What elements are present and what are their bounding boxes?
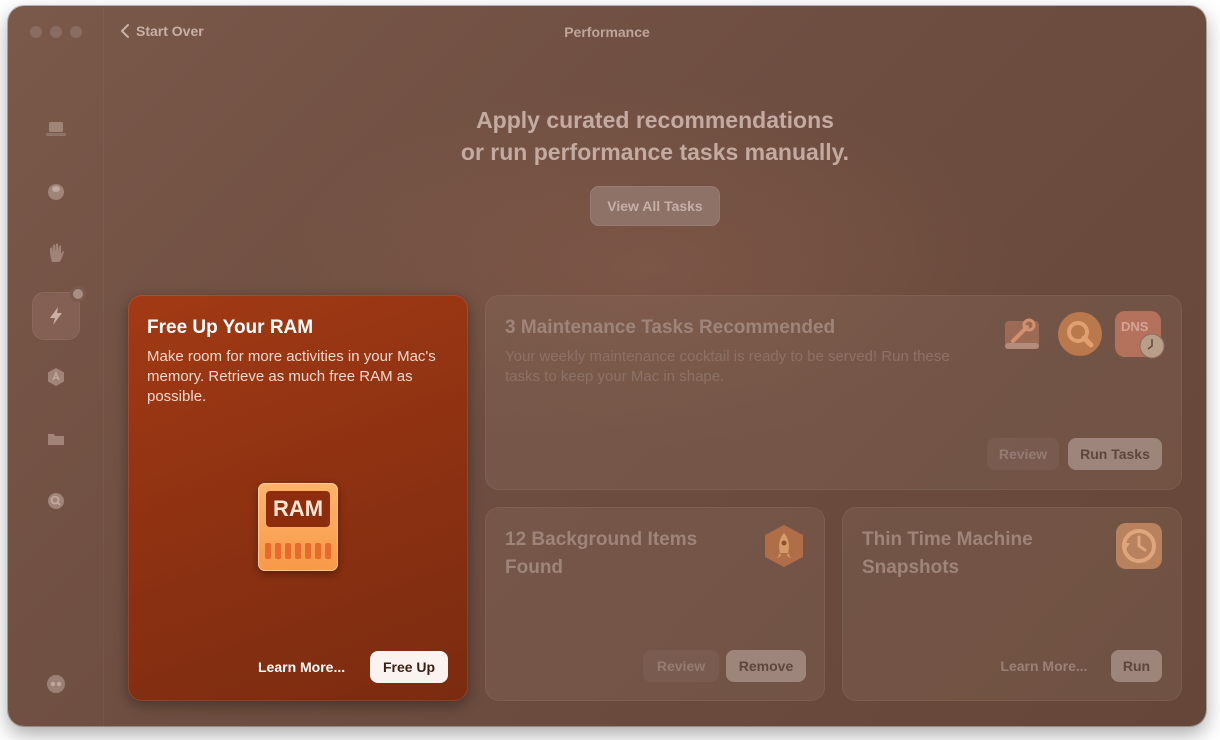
- card-title: 12 Background Items Found: [505, 529, 698, 578]
- run-button[interactable]: Run: [1111, 650, 1162, 682]
- headline-line-2: or run performance tasks manually.: [460, 139, 850, 165]
- review-button[interactable]: Review: [987, 438, 1059, 470]
- review-button[interactable]: Review: [643, 650, 719, 682]
- learn-more-button[interactable]: Learn More...: [992, 650, 1096, 682]
- sidebar-item-applications[interactable]: [32, 353, 80, 401]
- learn-more-button[interactable]: Learn More...: [258, 651, 350, 683]
- dns-icon-label: DNS: [1121, 319, 1149, 334]
- search-icon: [1058, 312, 1102, 356]
- card-title: Thin Time Machine Snapshots: [862, 529, 1033, 578]
- sidebar-item-assistant[interactable]: [32, 660, 80, 708]
- apps-icon: [48, 368, 64, 386]
- sidebar-item-protection[interactable]: [32, 229, 80, 277]
- sidebar-item-smart-care[interactable]: [32, 105, 80, 153]
- dns-icon: DNS: [1115, 311, 1165, 359]
- card-description: Your weekly maintenance cocktail is read…: [505, 348, 950, 385]
- page-headline: Apply curated recommendations or run per…: [104, 104, 1206, 168]
- time-machine-card: Thin Time Machine Snapshots Learn More..…: [842, 507, 1182, 701]
- sidebar-item-my-clutter[interactable]: [32, 415, 80, 463]
- card-description: Make room for more activities in your Ma…: [147, 348, 436, 405]
- ram-icon-label: RAM: [266, 491, 330, 527]
- sidebar-item-cleanup[interactable]: [32, 167, 80, 215]
- remove-button[interactable]: Remove: [726, 650, 806, 682]
- laptop-icon: [46, 122, 66, 136]
- window-title: Performance: [564, 24, 650, 40]
- headline-line-1: Apply curated recommendations: [476, 107, 834, 133]
- assistant-icon: [47, 675, 65, 693]
- view-all-tasks-button[interactable]: View All Tasks: [590, 186, 720, 226]
- card-title: Free Up Your RAM: [147, 317, 314, 338]
- rocket-icon: [765, 525, 803, 567]
- time-machine-icon: [1116, 523, 1162, 569]
- lens-icon: [48, 493, 64, 509]
- card-title: 3 Maintenance Tasks Recommended: [505, 317, 836, 338]
- sidebar: [8, 6, 104, 726]
- ram-pins: [265, 543, 331, 559]
- app-window: Start Over Performance Apply curated rec…: [8, 6, 1206, 726]
- folder-icon: [48, 434, 64, 445]
- free-up-ram-card: Free Up Your RAM Make room for more acti…: [128, 295, 468, 701]
- bolt-icon: [50, 307, 62, 325]
- clock-icon: [1139, 333, 1165, 359]
- hand-icon: [50, 243, 64, 262]
- notification-badge: [70, 286, 86, 302]
- disk-icon: [48, 184, 64, 200]
- sidebar-item-space-lens[interactable]: [32, 477, 80, 525]
- wrench-icon: [1005, 318, 1039, 349]
- free-up-button[interactable]: Free Up: [370, 651, 448, 683]
- ram-icon: RAM: [258, 483, 338, 571]
- run-tasks-button[interactable]: Run Tasks: [1068, 438, 1162, 470]
- maintenance-tasks-card: 3 Maintenance Tasks Recommended Your wee…: [485, 295, 1182, 490]
- background-items-card: 12 Background Items Found Review Remove: [485, 507, 825, 701]
